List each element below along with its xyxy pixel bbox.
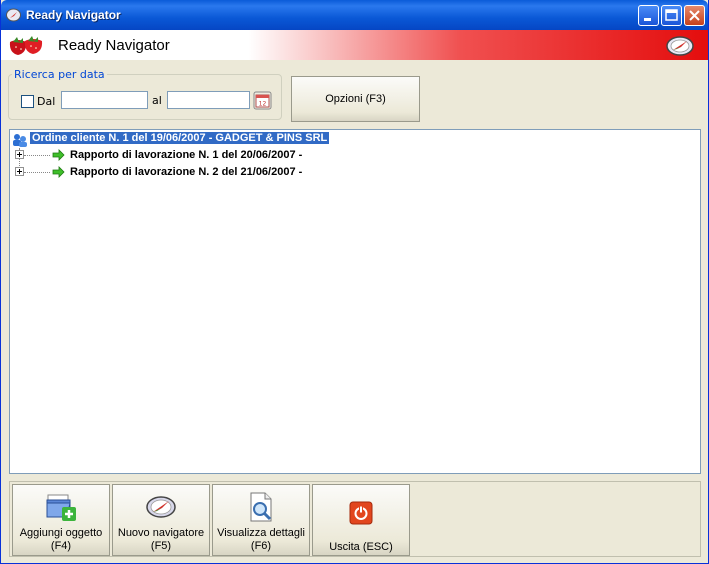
- window-title: Ready Navigator: [26, 8, 121, 22]
- header-title: Ready Navigator: [58, 37, 170, 54]
- tree-expander[interactable]: [15, 167, 24, 176]
- to-date-label: al: [152, 94, 162, 107]
- view-details-shortcut: (F6): [250, 540, 272, 552]
- tree-expander[interactable]: [15, 150, 24, 159]
- maximize-icon: [665, 9, 678, 21]
- exit-button[interactable]: Uscita (ESC): [312, 484, 410, 556]
- new-navigator-shortcut: (F5): [150, 540, 172, 552]
- options-button[interactable]: Opzioni (F3): [291, 76, 420, 122]
- close-button[interactable]: [684, 5, 705, 26]
- title-bar[interactable]: Ready Navigator: [1, 0, 708, 30]
- tree-item-work-report[interactable]: Rapporto di lavorazione N. 1 del 20/06/2…: [70, 149, 302, 161]
- tree-connector: [24, 172, 50, 174]
- compass-icon: [6, 8, 21, 22]
- tree-connector: [24, 155, 50, 157]
- from-date-label: Dal: [37, 95, 56, 108]
- green-arrow-icon: [52, 166, 65, 178]
- minimize-button[interactable]: [638, 5, 659, 26]
- header-band: Ready Navigator: [1, 30, 708, 60]
- app-window: Ready Navigator Ready Navigator Ricerca …: [0, 0, 709, 564]
- strawberries-icon: [9, 36, 43, 55]
- tree-root-order[interactable]: Ordine cliente N. 1 del 19/06/2007 - GAD…: [30, 132, 330, 144]
- add-object-button[interactable]: Aggiungi oggetto (F4): [12, 484, 110, 556]
- exit-icon: [349, 501, 373, 525]
- add-object-label: Aggiungi oggetto: [19, 527, 103, 539]
- view-details-label: Visualizza dettagli: [217, 527, 305, 539]
- tree-item-work-report[interactable]: Rapporto di lavorazione N. 2 del 21/06/2…: [70, 166, 302, 178]
- from-date-input[interactable]: [61, 91, 148, 109]
- exit-label: Uscita (ESC): [329, 541, 393, 553]
- calendar-icon[interactable]: 12: [253, 91, 272, 110]
- green-arrow-icon: [52, 149, 65, 161]
- maximize-button[interactable]: [661, 5, 682, 26]
- from-date-checkbox[interactable]: [21, 95, 34, 108]
- close-icon: [689, 10, 700, 21]
- add-object-icon: [46, 494, 76, 521]
- customer-order-icon: [13, 134, 27, 147]
- date-search-legend: Ricerca per data: [14, 68, 105, 81]
- new-navigator-label: Nuovo navigatore: [117, 527, 205, 539]
- compass-icon: [666, 36, 694, 56]
- add-object-shortcut: (F4): [50, 540, 72, 552]
- minimize-icon: [644, 18, 651, 21]
- view-details-icon: [250, 492, 272, 522]
- view-details-button[interactable]: Visualizza dettagli (F6): [212, 484, 310, 556]
- compass-icon: [146, 496, 176, 518]
- svg-text:12: 12: [259, 101, 267, 108]
- to-date-input[interactable]: [167, 91, 250, 109]
- new-navigator-button[interactable]: Nuovo navigatore (F5): [112, 484, 210, 556]
- navigator-tree[interactable]: Ordine cliente N. 1 del 19/06/2007 - GAD…: [9, 129, 701, 474]
